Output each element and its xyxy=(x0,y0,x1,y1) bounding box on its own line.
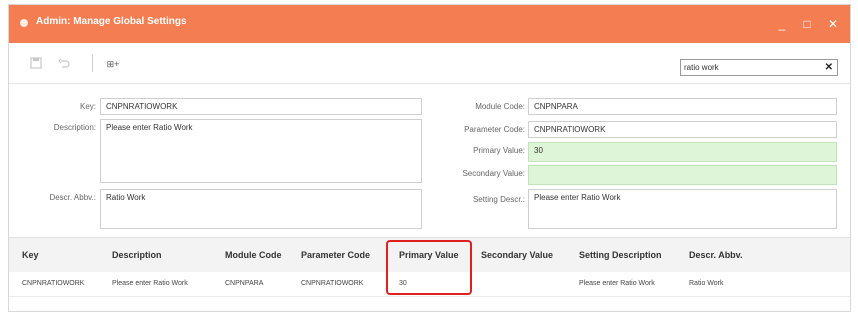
description-field[interactable]: Please enter Ratio Work xyxy=(100,119,422,183)
primary-value-field[interactable]: 30 xyxy=(528,142,837,162)
search-input[interactable] xyxy=(684,61,814,74)
close-button[interactable]: ✕ xyxy=(822,13,844,35)
window-title: Admin: Manage Global Settings xyxy=(36,16,187,27)
column-chooser-icon[interactable]: ⊞+ xyxy=(104,57,122,71)
cell-description: Please enter Ratio Work xyxy=(112,280,188,287)
secondary-value-field[interactable] xyxy=(528,165,837,185)
minimize-button[interactable]: _ xyxy=(771,13,793,35)
descr-abbv-field[interactable]: Ratio Work xyxy=(100,189,422,229)
cell-key: CNPNRATIOWORK xyxy=(22,280,85,287)
column-header-primary-value[interactable]: Primary Value xyxy=(399,250,459,260)
module-code-label: Module Code: xyxy=(475,102,525,111)
column-header-module-code[interactable]: Module Code xyxy=(225,250,282,260)
column-header-key[interactable]: Key xyxy=(22,250,39,260)
title-bar: Admin: Manage Global Settings _ □ ✕ xyxy=(9,5,850,43)
toolbar-separator xyxy=(92,54,93,72)
setting-descr-label: Setting Descr.: xyxy=(472,195,525,204)
settings-form: Key: CNPNRATIOWORK Description: Please e… xyxy=(9,84,850,234)
undo-icon[interactable] xyxy=(57,57,71,71)
column-header-parameter-code[interactable]: Parameter Code xyxy=(301,250,370,260)
descr-abbv-label: Descr. Abbv.: xyxy=(49,193,96,202)
app-icon xyxy=(20,19,28,27)
settings-grid: Key Description Module Code Parameter Co… xyxy=(9,237,850,311)
grid-header: Key Description Module Code Parameter Co… xyxy=(9,237,850,273)
cell-module-code: CNPNPARA xyxy=(225,280,264,287)
setting-descr-field[interactable]: Please enter Ratio Work xyxy=(528,189,837,229)
key-field[interactable]: CNPNRATIOWORK xyxy=(100,98,422,115)
cell-parameter-code: CNPNRATIOWORK xyxy=(301,280,364,287)
column-header-setting-description[interactable]: Setting Description xyxy=(579,250,662,260)
primary-value-label: Primary Value: xyxy=(473,146,525,155)
parameter-code-label: Parameter Code: xyxy=(464,125,525,134)
column-header-secondary-value[interactable]: Secondary Value xyxy=(481,250,553,260)
module-code-field[interactable]: CNPNPARA xyxy=(528,98,837,115)
toolbar: ⊞+ ✕ xyxy=(9,43,850,84)
cell-primary-value: 30 xyxy=(399,280,407,287)
global-settings-window: Admin: Manage Global Settings _ □ ✕ ⊞+ ✕… xyxy=(8,4,851,312)
column-header-descr-abbv[interactable]: Descr. Abbv. xyxy=(689,250,743,260)
clear-search-icon[interactable]: ✕ xyxy=(825,61,833,74)
save-icon[interactable] xyxy=(29,57,43,71)
description-label: Description: xyxy=(53,123,96,132)
search-box[interactable]: ✕ xyxy=(680,59,838,76)
column-header-description[interactable]: Description xyxy=(112,250,162,260)
table-row[interactable]: CNPNRATIOWORK Please enter Ratio Work CN… xyxy=(9,272,850,297)
secondary-value-label: Secondary Value: xyxy=(462,169,525,178)
cell-descr-abbv: Ratio Work xyxy=(689,280,724,287)
key-label: Key: xyxy=(79,102,96,111)
parameter-code-field[interactable]: CNPNRATIOWORK xyxy=(528,121,837,138)
maximize-button[interactable]: □ xyxy=(796,13,818,35)
cell-setting-description: Please enter Ratio Work xyxy=(579,280,655,287)
